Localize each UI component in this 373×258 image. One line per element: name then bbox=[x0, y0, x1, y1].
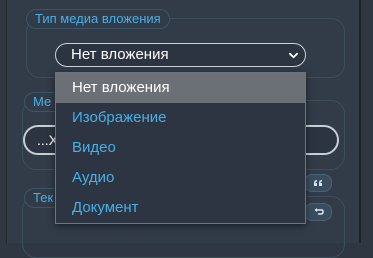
media-type-legend: Тип медиа вложения bbox=[26, 9, 170, 29]
media-type-dropdown: Нет вложения Изображение Видео Аудио Док… bbox=[55, 72, 306, 224]
dropdown-option[interactable]: Изображение bbox=[56, 103, 305, 133]
dropdown-option[interactable]: Документ bbox=[56, 193, 305, 223]
panel-scrollbar-edge bbox=[359, 0, 361, 243]
dropdown-option[interactable]: Видео bbox=[56, 133, 305, 163]
media-type-select-value: Нет вложения bbox=[71, 46, 169, 63]
quote-button[interactable] bbox=[304, 174, 332, 192]
undo-icon bbox=[314, 208, 324, 215]
dropdown-option[interactable]: Нет вложения bbox=[56, 73, 305, 103]
chevron-down-icon bbox=[289, 52, 298, 59]
undo-button[interactable] bbox=[304, 203, 332, 221]
media-type-select[interactable]: Нет вложения bbox=[55, 43, 306, 67]
dropdown-option[interactable]: Аудио bbox=[56, 163, 305, 193]
quote-icon bbox=[314, 180, 322, 186]
panel-border bbox=[6, 0, 7, 243]
